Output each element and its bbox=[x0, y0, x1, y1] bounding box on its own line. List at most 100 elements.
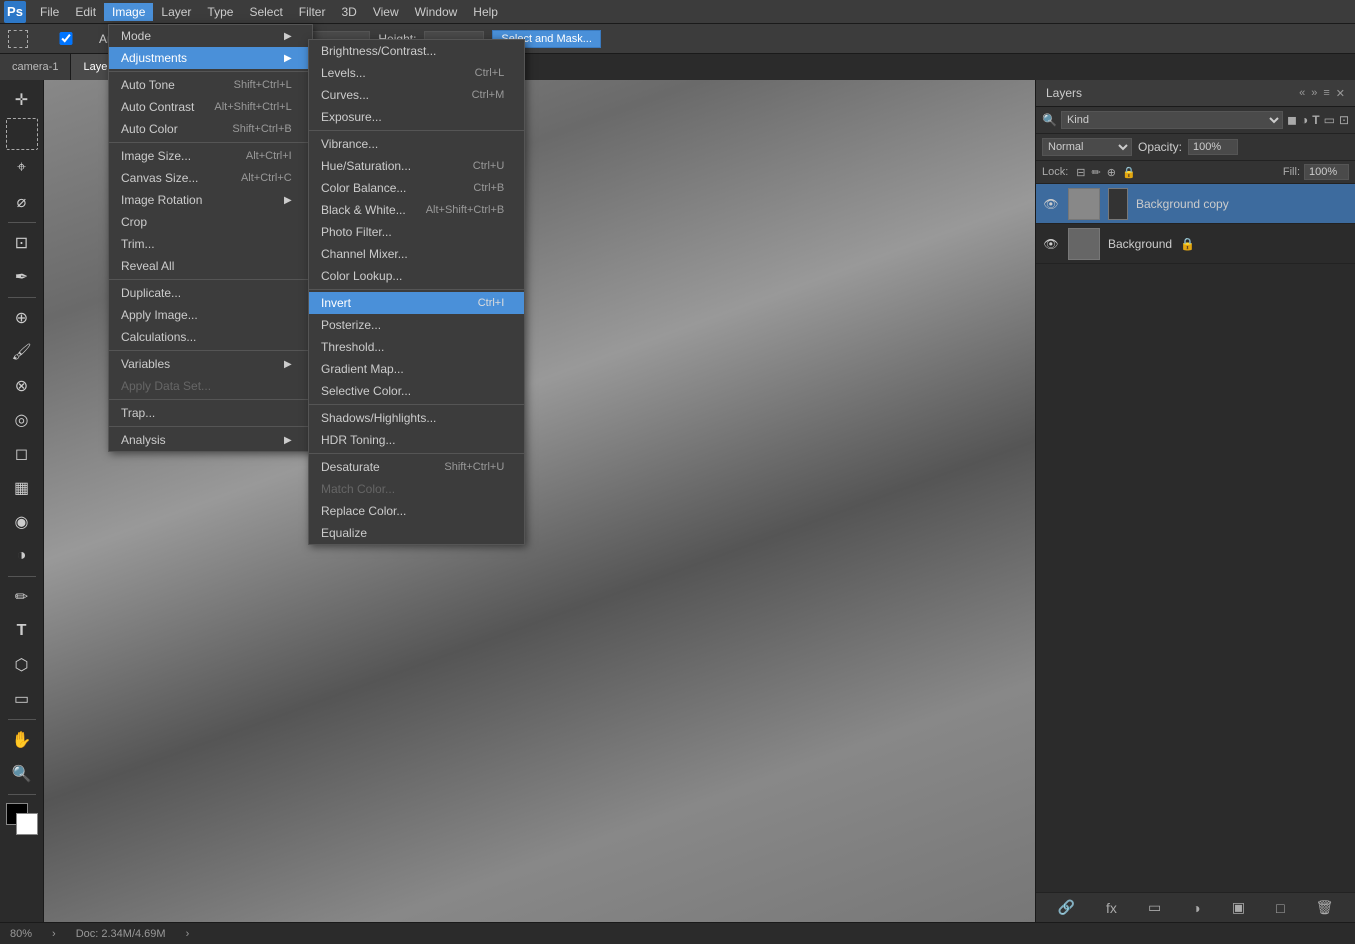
fx-button[interactable]: fx bbox=[1106, 900, 1117, 916]
adj-equalize[interactable]: Equalize bbox=[309, 522, 524, 544]
new-group-button[interactable]: ▣ bbox=[1232, 899, 1245, 916]
image-menu-apply-image[interactable]: Apply Image... bbox=[109, 304, 312, 326]
link-layers-button[interactable]: 🔗 bbox=[1058, 899, 1075, 916]
panel-close-icon[interactable]: ✕ bbox=[1336, 87, 1345, 100]
image-menu-variables[interactable]: Variables ▶ bbox=[109, 353, 312, 375]
adjustment-filter-icon[interactable]: ◑ bbox=[1301, 113, 1308, 127]
lasso-tool[interactable]: ⌖ bbox=[6, 152, 38, 184]
menu-item-type[interactable]: Type bbox=[199, 3, 241, 21]
menu-item-3d[interactable]: 3D bbox=[333, 3, 364, 21]
adj-photo-filter[interactable]: Photo Filter... bbox=[309, 221, 524, 243]
fill-input[interactable] bbox=[1304, 164, 1349, 180]
path-tool[interactable]: ⬡ bbox=[6, 649, 38, 681]
image-menu-trap[interactable]: Trap... bbox=[109, 402, 312, 424]
adj-replace-color[interactable]: Replace Color... bbox=[309, 500, 524, 522]
adj-match-color[interactable]: Match Color... bbox=[309, 478, 524, 500]
image-menu-image-size[interactable]: Image Size... Alt+Ctrl+I bbox=[109, 145, 312, 167]
anti-alias-check[interactable] bbox=[36, 32, 96, 45]
adj-exposure[interactable]: Exposure... bbox=[309, 106, 524, 128]
adj-curves[interactable]: Curves... Ctrl+M bbox=[309, 84, 524, 106]
eyedropper-tool[interactable]: ✒ bbox=[6, 261, 38, 293]
type-tool[interactable]: T bbox=[6, 615, 38, 647]
gradient-tool[interactable]: ▦ bbox=[6, 472, 38, 504]
menu-item-layer[interactable]: Layer bbox=[153, 3, 199, 21]
adj-black-white[interactable]: Black & White... Alt+Shift+Ctrl+B bbox=[309, 199, 524, 221]
adj-channel-mixer[interactable]: Channel Mixer... bbox=[309, 243, 524, 265]
menu-item-edit[interactable]: Edit bbox=[67, 3, 104, 21]
menu-item-view[interactable]: View bbox=[365, 3, 407, 21]
layer-visibility-eye-bg[interactable]: 👁 bbox=[1042, 235, 1060, 253]
adj-color-balance[interactable]: Color Balance... Ctrl+B bbox=[309, 177, 524, 199]
marquee-tool[interactable] bbox=[6, 118, 38, 150]
adj-gradient-map[interactable]: Gradient Map... bbox=[309, 358, 524, 380]
type-filter-icon[interactable]: T bbox=[1312, 113, 1319, 127]
menu-item-image[interactable]: Image bbox=[104, 3, 153, 21]
layers-kind-select[interactable]: Kind bbox=[1061, 111, 1283, 129]
menu-item-filter[interactable]: Filter bbox=[291, 3, 334, 21]
zoom-tool[interactable]: 🔍 bbox=[6, 758, 38, 790]
layer-item-background[interactable]: 👁 Background 🔒 bbox=[1036, 224, 1355, 264]
image-menu-mode[interactable]: Mode ▶ bbox=[109, 25, 312, 47]
healing-tool[interactable]: ⊕ bbox=[6, 302, 38, 334]
adj-threshold[interactable]: Threshold... bbox=[309, 336, 524, 358]
image-menu-auto-tone[interactable]: Auto Tone Shift+Ctrl+L bbox=[109, 74, 312, 96]
brush-tool[interactable]: 🖌 bbox=[6, 336, 38, 368]
menu-item-file[interactable]: File bbox=[32, 3, 67, 21]
dodge-tool[interactable]: ◑ bbox=[6, 540, 38, 572]
adj-brightness-contrast[interactable]: Brightness/Contrast... bbox=[309, 40, 524, 62]
image-menu-image-rotation[interactable]: Image Rotation ▶ bbox=[109, 189, 312, 211]
history-tool[interactable]: ◎ bbox=[6, 404, 38, 436]
new-adjustment-button[interactable]: ◑ bbox=[1192, 900, 1200, 916]
shape-tool[interactable]: ▭ bbox=[6, 683, 38, 715]
image-menu-duplicate[interactable]: Duplicate... bbox=[109, 282, 312, 304]
pen-tool[interactable]: ✏ bbox=[6, 581, 38, 613]
image-menu-crop[interactable]: Crop bbox=[109, 211, 312, 233]
hand-tool[interactable]: ✋ bbox=[6, 724, 38, 756]
tab-camera1[interactable]: camera-1 bbox=[0, 54, 71, 80]
add-mask-button[interactable]: ▭ bbox=[1148, 899, 1161, 916]
layer-visibility-eye[interactable]: 👁 bbox=[1042, 195, 1060, 213]
lock-pixels-icon[interactable]: ⊟ bbox=[1076, 166, 1085, 179]
menu-item-help[interactable]: Help bbox=[465, 3, 506, 21]
clone-tool[interactable]: ⊗ bbox=[6, 370, 38, 402]
lock-art-icon[interactable]: ⊕ bbox=[1107, 166, 1116, 179]
layer-item-background-copy[interactable]: 👁 Background copy bbox=[1036, 184, 1355, 224]
image-menu-adjustments[interactable]: Adjustments ▶ bbox=[109, 47, 312, 69]
image-menu-auto-contrast[interactable]: Auto Contrast Alt+Shift+Ctrl+L bbox=[109, 96, 312, 118]
image-menu-trim[interactable]: Trim... bbox=[109, 233, 312, 255]
adj-levels[interactable]: Levels... Ctrl+L bbox=[309, 62, 524, 84]
image-menu-reveal-all[interactable]: Reveal All bbox=[109, 255, 312, 277]
adj-desaturate[interactable]: Desaturate Shift+Ctrl+U bbox=[309, 456, 524, 478]
new-layer-button[interactable]: □ bbox=[1276, 900, 1284, 916]
image-menu-auto-color[interactable]: Auto Color Shift+Ctrl+B bbox=[109, 118, 312, 140]
adj-vibrance[interactable]: Vibrance... bbox=[309, 133, 524, 155]
blend-mode-select[interactable]: Normal bbox=[1042, 138, 1132, 156]
adj-invert[interactable]: Invert Ctrl+I bbox=[309, 292, 524, 314]
image-menu-canvas-size[interactable]: Canvas Size... Alt+Ctrl+C bbox=[109, 167, 312, 189]
image-menu-apply-data-set[interactable]: Apply Data Set... bbox=[109, 375, 312, 397]
smart-filter-icon[interactable]: ⊡ bbox=[1339, 113, 1349, 127]
menu-item-select[interactable]: Select bbox=[241, 3, 290, 21]
panel-menu-icon[interactable]: ≡ bbox=[1323, 87, 1329, 100]
eraser-tool[interactable]: ◻ bbox=[6, 438, 38, 470]
opacity-input[interactable] bbox=[1188, 139, 1238, 155]
adj-hdr-toning[interactable]: HDR Toning... bbox=[309, 429, 524, 451]
pixel-filter-icon[interactable]: ◼ bbox=[1287, 113, 1297, 127]
panel-collapse-icon[interactable]: « bbox=[1299, 87, 1305, 100]
menu-item-window[interactable]: Window bbox=[407, 3, 466, 21]
shape-filter-icon[interactable]: ▭ bbox=[1324, 113, 1335, 127]
image-menu-calculations[interactable]: Calculations... bbox=[109, 326, 312, 348]
lock-all-icon[interactable]: 🔒 bbox=[1122, 166, 1136, 179]
adj-selective-color[interactable]: Selective Color... bbox=[309, 380, 524, 402]
image-menu-analysis[interactable]: Analysis ▶ bbox=[109, 429, 312, 451]
adj-color-lookup[interactable]: Color Lookup... bbox=[309, 265, 524, 287]
lock-position-icon[interactable]: ✏ bbox=[1092, 166, 1101, 179]
panel-expand-icon[interactable]: » bbox=[1311, 87, 1317, 100]
move-tool[interactable]: ✛ bbox=[6, 84, 38, 116]
blur-tool[interactable]: ◉ bbox=[6, 506, 38, 538]
background-color[interactable] bbox=[16, 813, 38, 835]
crop-tool[interactable]: ⊡ bbox=[6, 227, 38, 259]
magic-wand-tool[interactable]: ⌀ bbox=[6, 186, 38, 218]
adj-posterize[interactable]: Posterize... bbox=[309, 314, 524, 336]
delete-layer-button[interactable]: 🗑 bbox=[1316, 899, 1334, 916]
